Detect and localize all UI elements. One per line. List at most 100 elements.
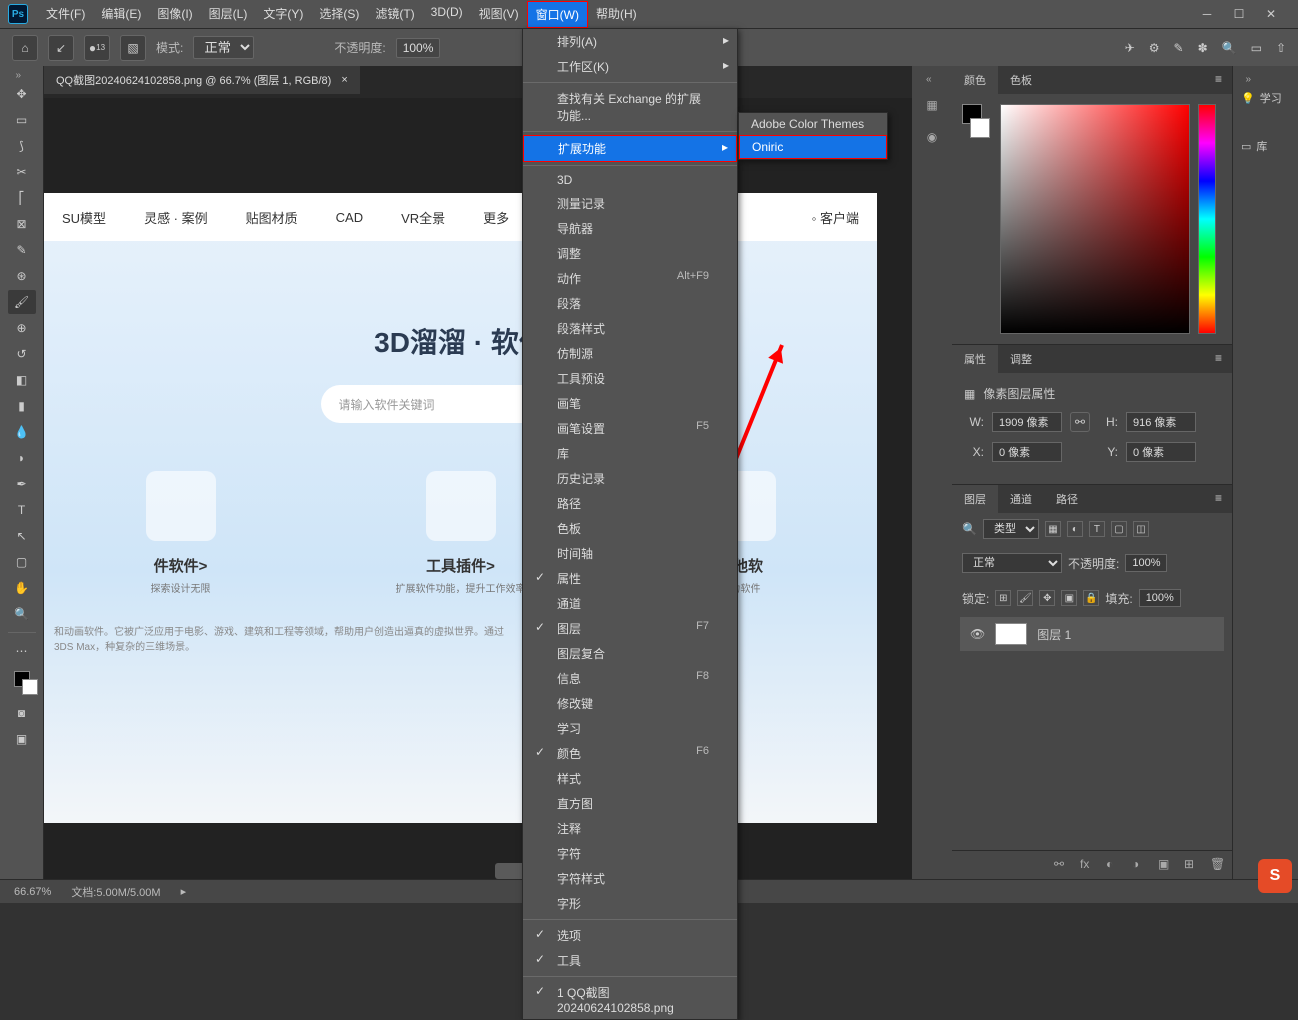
height-input[interactable]: [1126, 412, 1196, 432]
pen-tool[interactable]: ✒: [8, 472, 36, 496]
submenu-item-oniric[interactable]: Oniric: [739, 135, 887, 159]
dd-item[interactable]: 工具预设: [523, 366, 737, 391]
color-tab[interactable]: 颜色: [952, 66, 998, 94]
dd-item[interactable]: ✓属性: [523, 566, 737, 591]
maximize-button[interactable]: ☐: [1232, 7, 1246, 21]
dd-item[interactable]: ✓图层F7: [523, 616, 737, 641]
menu-6[interactable]: 滤镜(T): [367, 1, 422, 28]
dd-item[interactable]: 注释: [523, 816, 737, 841]
canvas[interactable]: SU模型 灵感 · 案例 贴图材质 CAD VR全景 更多 ◦ 客户端 3D溜溜…: [44, 98, 912, 879]
y-input[interactable]: [1126, 442, 1196, 462]
dd-item[interactable]: 学习: [523, 716, 737, 741]
butterfly-icon[interactable]: ✽: [1198, 41, 1208, 55]
actions-panel-icon[interactable]: ◉: [921, 126, 943, 148]
delete-layer-icon[interactable]: 🗑: [1210, 857, 1226, 873]
dd-item[interactable]: 图层复合: [523, 641, 737, 666]
filter-shape-icon[interactable]: ▢: [1111, 521, 1127, 537]
symmetry-icon[interactable]: ✎: [1174, 41, 1184, 55]
brush-tip-icon[interactable]: ●13: [84, 35, 110, 61]
close-tab-icon[interactable]: ×: [341, 74, 347, 86]
dd-item[interactable]: 字符样式: [523, 866, 737, 891]
heal-tool[interactable]: ⊛: [8, 264, 36, 288]
gradient-tool[interactable]: ▮: [8, 394, 36, 418]
pressure-icon[interactable]: ✈: [1125, 41, 1135, 55]
screenmode-tool[interactable]: ▣: [8, 727, 36, 751]
workspace-icon[interactable]: ▭: [1251, 41, 1262, 55]
type-tool[interactable]: T: [8, 498, 36, 522]
sogou-badge[interactable]: S: [1258, 859, 1292, 893]
dd-item[interactable]: ✓1 QQ截图20240624102858.png: [523, 980, 737, 1019]
menu-7[interactable]: 3D(D): [423, 1, 471, 28]
dd-item[interactable]: 扩展功能▸: [523, 135, 737, 162]
dd-item[interactable]: 段落样式: [523, 316, 737, 341]
dd-item[interactable]: 通道: [523, 591, 737, 616]
dd-item[interactable]: ✓选项: [523, 923, 737, 948]
dd-item[interactable]: 时间轴: [523, 541, 737, 566]
frame-tool[interactable]: ⊠: [8, 212, 36, 236]
dd-item[interactable]: 字形: [523, 891, 737, 916]
filter-adjust-icon[interactable]: ◐: [1067, 521, 1083, 537]
lock-pos-icon[interactable]: ✥: [1039, 590, 1055, 606]
dd-item[interactable]: ✓工具: [523, 948, 737, 973]
layer-filter-select[interactable]: 类型: [983, 519, 1039, 539]
menu-0[interactable]: 文件(F): [38, 1, 93, 28]
zoom-value[interactable]: 66.67%: [14, 886, 51, 898]
width-input[interactable]: [992, 412, 1062, 432]
menu-4[interactable]: 文字(Y): [255, 1, 311, 28]
swatches[interactable]: [14, 671, 30, 699]
menu-10[interactable]: 帮助(H): [588, 1, 645, 28]
dd-item[interactable]: 路径: [523, 491, 737, 516]
blur-tool[interactable]: 💧: [8, 420, 36, 444]
quickmask-tool[interactable]: ◙: [8, 701, 36, 725]
history-brush-tool[interactable]: ↺: [8, 342, 36, 366]
link-wh-icon[interactable]: ⚯: [1070, 412, 1090, 432]
eyedropper-tool[interactable]: ✎: [8, 238, 36, 262]
lock-trans-icon[interactable]: ⊞: [995, 590, 1011, 606]
mask-icon[interactable]: ◐: [1106, 857, 1122, 873]
layer-opacity-value[interactable]: 100%: [1125, 554, 1167, 572]
panel-menu-icon[interactable]: ≡: [1205, 66, 1232, 94]
dd-item[interactable]: 段落: [523, 291, 737, 316]
new-layer-icon[interactable]: ⊞: [1184, 857, 1200, 873]
status-arrow-icon[interactable]: ▸: [181, 885, 187, 898]
menu-1[interactable]: 编辑(E): [93, 1, 149, 28]
library-item[interactable]: ▭库: [1239, 132, 1292, 160]
dd-item[interactable]: 字符: [523, 841, 737, 866]
settings-icon[interactable]: ⚙: [1149, 41, 1160, 55]
menu-5[interactable]: 选择(S): [311, 1, 367, 28]
panel-menu-icon[interactable]: ≡: [1205, 485, 1232, 513]
dd-item[interactable]: 样式: [523, 766, 737, 791]
brush-tool[interactable]: 🖌: [8, 290, 36, 314]
lock-all-icon[interactable]: 🔒: [1083, 590, 1099, 606]
dodge-tool[interactable]: ◗: [8, 446, 36, 470]
panel-menu-icon[interactable]: ≡: [1205, 345, 1232, 373]
share-icon[interactable]: ⇧: [1276, 41, 1286, 55]
crop-tool[interactable]: ⎡: [8, 186, 36, 210]
bg-color-swatch[interactable]: [970, 118, 990, 138]
marquee-tool[interactable]: ▭: [8, 108, 36, 132]
menu-2[interactable]: 图像(I): [149, 1, 200, 28]
dd-item[interactable]: 动作Alt+F9: [523, 266, 737, 291]
paths-tab[interactable]: 路径: [1044, 485, 1090, 513]
brush-panel-icon[interactable]: ▧: [120, 35, 146, 61]
dd-item[interactable]: 画笔: [523, 391, 737, 416]
extras-toggle[interactable]: »: [1239, 74, 1251, 84]
dd-item[interactable]: 测量记录: [523, 191, 737, 216]
brush-preset-icon[interactable]: ↙: [48, 35, 74, 61]
minimize-button[interactable]: ─: [1200, 7, 1214, 21]
background-swatch[interactable]: [22, 679, 38, 695]
home-icon[interactable]: ⌂: [12, 35, 38, 61]
zoom-tool[interactable]: 🔍: [8, 602, 36, 626]
path-select-tool[interactable]: ↖: [8, 524, 36, 548]
swatches-tab[interactable]: 色板: [998, 66, 1044, 94]
dd-item[interactable]: 库: [523, 441, 737, 466]
opacity-value[interactable]: 100%: [396, 38, 441, 58]
group-icon[interactable]: ▣: [1158, 857, 1174, 873]
dd-item[interactable]: 调整: [523, 241, 737, 266]
fill-value[interactable]: 100%: [1139, 589, 1181, 607]
channels-tab[interactable]: 通道: [998, 485, 1044, 513]
search-icon[interactable]: 🔍: [1222, 41, 1237, 55]
edit-toolbar[interactable]: ⋯: [8, 639, 36, 663]
dd-item[interactable]: 仿制源: [523, 341, 737, 366]
dd-item[interactable]: 修改键: [523, 691, 737, 716]
